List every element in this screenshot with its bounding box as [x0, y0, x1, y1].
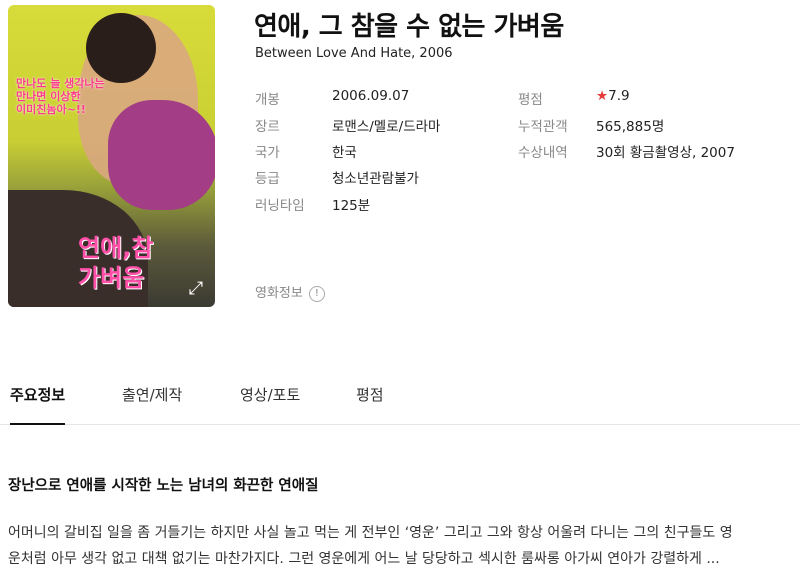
- country-label: 국가: [255, 145, 280, 161]
- movie-poster[interactable]: 만나도 늘 생각나는 만나면 이상한 이미친놈아~!! 연애,참 가벼움 ⤢: [8, 5, 215, 307]
- tab-video-photo[interactable]: 영상/포토: [240, 384, 300, 423]
- tab-bar: 주요정보 출연/제작 영상/포토 평점: [0, 370, 800, 425]
- movie-info-link[interactable]: 영화정보!: [255, 282, 325, 302]
- movie-info-label: 영화정보: [255, 286, 303, 301]
- movie-subtitle: Between Love And Hate, 2006: [255, 46, 453, 61]
- runtime-value: 125분: [332, 198, 371, 214]
- genre-value: 로맨스/멜로/드라마: [332, 119, 441, 135]
- expand-icon[interactable]: ⤢: [184, 277, 208, 301]
- release-label: 개봉: [255, 92, 280, 108]
- awards-label: 수상내역: [518, 145, 568, 161]
- score-value: ★7.9: [596, 88, 630, 104]
- tab-reviews[interactable]: 평점: [356, 384, 384, 423]
- rating-grade-value: 청소년관람불가: [332, 171, 419, 187]
- release-value: 2006.09.07: [332, 88, 410, 104]
- tab-cast-crew[interactable]: 출연/제작: [122, 384, 182, 423]
- runtime-label: 러닝타임: [255, 198, 305, 214]
- poster-figure-hair: [86, 13, 156, 83]
- star-icon: ★: [596, 88, 609, 104]
- audience-label: 누적관객: [518, 119, 568, 135]
- synopsis-text: 어머니의 갈비집 일을 좀 거들기는 하지만 사실 놀고 먹는 게 전부인 ‘영…: [8, 520, 800, 572]
- synopsis-heading: 장난으로 연애를 시작한 노는 남녀의 화끈한 연애질: [8, 478, 319, 494]
- awards-link[interactable]: 30회 황금촬영상, 2007: [596, 141, 735, 161]
- score-number: 7.9: [608, 88, 630, 104]
- info-icon: !: [308, 285, 325, 302]
- movie-title: 연애, 그 참을 수 없는 가벼움: [254, 12, 564, 42]
- score-label: 평점: [518, 92, 543, 108]
- synopsis-line-1: 어머니의 갈비집 일을 좀 거들기는 하지만 사실 놀고 먹는 게 전부인 ‘영…: [8, 525, 733, 541]
- country-value: 한국: [332, 145, 357, 161]
- rating-grade-label: 등급: [255, 171, 280, 187]
- poster-figure-dress: [108, 100, 215, 210]
- synopsis-line-2: 운처럼 아무 생각 없고 대책 없기는 마찬가지다. 그런 영운에게 어느 날 …: [8, 551, 720, 567]
- genre-label: 장르: [255, 119, 280, 135]
- audience-value: 565,885명: [596, 119, 665, 135]
- tab-main-info[interactable]: 주요정보: [10, 384, 66, 425]
- poster-tagline: 만나도 늘 생각나는 만나면 이상한 이미친놈아~!!: [16, 77, 105, 116]
- poster-title: 연애,참 가벼움: [78, 234, 154, 292]
